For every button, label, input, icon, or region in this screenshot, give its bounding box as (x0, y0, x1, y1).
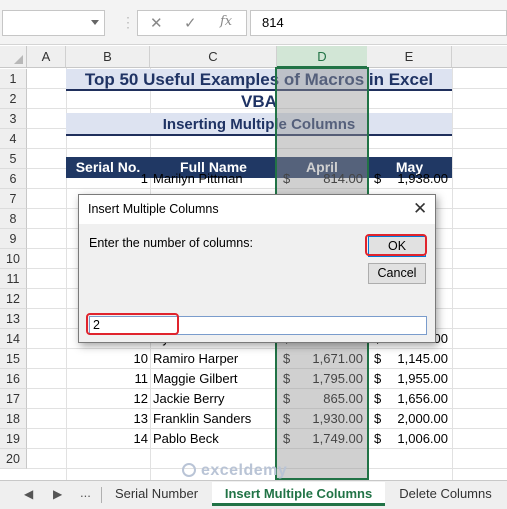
tab-delete-columns[interactable]: Delete Columns (388, 482, 503, 506)
cell-may-currency[interactable]: $ (374, 429, 386, 449)
cell-full-name[interactable]: Ramiro Harper (153, 349, 275, 369)
row-header[interactable]: 8 (0, 209, 27, 229)
cell-may-currency[interactable]: $ (374, 349, 386, 369)
row-header[interactable]: 15 (0, 349, 27, 369)
gridline (27, 148, 507, 149)
cell-full-name[interactable]: Pablo Beck (153, 429, 275, 449)
tab-serial-number[interactable]: Serial Number (103, 482, 210, 506)
column-header-a[interactable]: A (27, 46, 66, 68)
column-header-d[interactable]: D (277, 46, 367, 68)
cell-serial[interactable]: 12 (66, 389, 148, 409)
cancel-button[interactable]: Cancel (368, 263, 426, 284)
enter-icon[interactable]: ✓ (184, 14, 197, 32)
name-box[interactable] (2, 10, 105, 36)
cell-may[interactable]: 1,006.00 (386, 429, 448, 449)
cancel-icon[interactable]: ✕ (150, 14, 163, 32)
formula-bar: ⋮ ✕ ✓ fx 814 (0, 0, 507, 45)
watermark-logo: exceldemy (182, 462, 322, 480)
name-box-dropdown-icon[interactable] (91, 20, 99, 25)
row-header[interactable]: 17 (0, 389, 27, 409)
sheet-subtitle: Inserting Multiple Columns (162, 116, 356, 133)
formula-input[interactable]: 814 (250, 10, 507, 36)
cell-may-currency[interactable]: $ (374, 409, 386, 429)
row-header[interactable]: 20 (0, 449, 27, 469)
insert-function-icon[interactable]: fx (220, 14, 232, 29)
cell-may-currency[interactable]: $ (374, 389, 386, 409)
row-header[interactable]: 2 (0, 89, 27, 109)
formula-bar-grip-icon: ⋮ (121, 14, 135, 30)
row-header[interactable]: 12 (0, 289, 27, 309)
cell-may[interactable]: 1,938.00 (386, 169, 448, 189)
row-header[interactable]: 1 (0, 69, 27, 89)
cell-full-name[interactable]: Maggie Gilbert (153, 369, 275, 389)
row-header[interactable]: 5 (0, 149, 27, 169)
cell-may[interactable]: 1,145.00 (386, 349, 448, 369)
prev-sheet-icon[interactable]: ◀ (24, 487, 33, 501)
cell-full-name[interactable]: Marilyn Pittman (153, 169, 275, 189)
sheet-title: Top 50 Useful Examples of Macros in Exce… (84, 70, 434, 111)
select-all-corner[interactable] (0, 46, 27, 68)
cell-may[interactable]: 1,955.00 (386, 369, 448, 389)
row-header[interactable]: 7 (0, 189, 27, 209)
gridline (452, 68, 453, 480)
input-highlight (86, 313, 179, 335)
cell-full-name[interactable]: Jackie Berry (153, 389, 275, 409)
row-header[interactable]: 4 (0, 129, 27, 149)
cell-may-currency[interactable]: $ (374, 369, 386, 389)
row-header[interactable]: 18 (0, 409, 27, 429)
cell-serial[interactable]: 13 (66, 409, 148, 429)
row-header[interactable]: 14 (0, 329, 27, 349)
row-header[interactable]: 11 (0, 269, 27, 289)
tab-insert-multiple-columns[interactable]: Insert Multiple Columns (212, 482, 385, 506)
row-header[interactable]: 9 (0, 229, 27, 249)
formula-bar-buttons: ✕ ✓ fx (137, 10, 247, 36)
column-header-f-partial[interactable] (452, 46, 507, 68)
cell-serial[interactable]: 1 (66, 169, 148, 189)
ok-button-highlight (365, 234, 427, 256)
cell-serial[interactable]: 10 (66, 349, 148, 369)
row-header[interactable]: 16 (0, 369, 27, 389)
watermark-text: exceldemy (200, 462, 288, 479)
dialog-prompt: Enter the number of columns: (89, 236, 253, 250)
dialog-title: Insert Multiple Columns (88, 202, 219, 216)
column-header-b[interactable]: B (66, 46, 150, 68)
next-sheet-icon[interactable]: ▶ (53, 487, 62, 501)
cell-serial[interactable]: 14 (66, 429, 148, 449)
watermark-icon (182, 463, 196, 477)
cell-may[interactable]: 2,000.00 (386, 409, 448, 429)
column-header-e[interactable]: E (367, 46, 452, 68)
close-icon[interactable]: ✕ (413, 199, 427, 219)
sheet-tab-bar: ◀ ▶ ... Serial Number Insert Multiple Co… (0, 480, 507, 509)
row-header[interactable]: 13 (0, 309, 27, 329)
cell-serial[interactable]: 11 (66, 369, 149, 389)
cell-may[interactable]: 1,656.00 (386, 389, 448, 409)
row-header[interactable]: 3 (0, 109, 27, 129)
more-sheets-button[interactable]: ... (80, 485, 91, 500)
row-header[interactable]: 6 (0, 169, 27, 189)
column-header-c[interactable]: C (150, 46, 277, 68)
row-header[interactable]: 19 (0, 429, 27, 449)
row-header[interactable]: 10 (0, 249, 27, 269)
dialog-title-bar[interactable]: Insert Multiple Columns ✕ (79, 195, 435, 224)
tab-divider (101, 487, 102, 503)
cell-full-name[interactable]: Franklin Sanders (153, 409, 275, 429)
cell-may-currency[interactable]: $ (374, 169, 386, 189)
